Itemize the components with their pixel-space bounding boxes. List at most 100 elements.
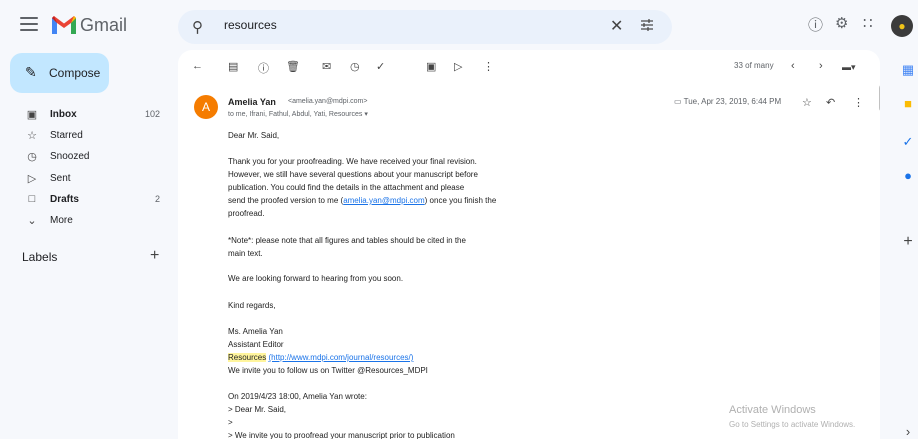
paragraph-line: However, we still have several questions… bbox=[228, 170, 478, 179]
tasks-icon[interactable]: ✓ bbox=[900, 134, 916, 150]
newer-chevron-icon[interactable]: ‹ bbox=[791, 60, 795, 72]
chevron-down-icon: ⌄ bbox=[27, 215, 37, 227]
greeting: Dear Mr. Said, bbox=[228, 131, 280, 140]
apps-grid-icon[interactable]: ∷ bbox=[863, 14, 873, 32]
sidebar-item-label: Snoozed bbox=[50, 151, 90, 162]
quote-line: > bbox=[228, 418, 233, 427]
main-menu-icon[interactable] bbox=[20, 17, 38, 31]
add-addon-icon[interactable]: + bbox=[900, 234, 916, 250]
sidebar-item-label: Drafts bbox=[50, 194, 79, 205]
compose-button[interactable]: ✎ Compose bbox=[10, 53, 109, 93]
attachment-icon: ▭ bbox=[674, 97, 682, 106]
archive-icon[interactable]: ▤ bbox=[228, 60, 238, 73]
recipients-details[interactable]: to me, Ifrani, Fathul, Abdul, Yati, Reso… bbox=[228, 110, 368, 118]
report-spam-icon[interactable]: ⓘ bbox=[258, 60, 269, 76]
paragraph-line: send the proofed version to me (amelia.y… bbox=[228, 194, 558, 207]
paragraph-line: publication. You could find the details … bbox=[228, 183, 465, 192]
input-tools-keyboard-icon[interactable]: ▬▾ bbox=[842, 62, 856, 73]
search-input[interactable] bbox=[224, 18, 604, 32]
draft-icon: □ bbox=[28, 193, 36, 205]
search-options-icon[interactable] bbox=[640, 18, 654, 32]
unread-count: 102 bbox=[144, 109, 160, 119]
sidebar-item-label: More bbox=[50, 215, 73, 226]
closing: Kind regards, bbox=[228, 301, 276, 310]
calendar-icon[interactable]: ▦ bbox=[900, 62, 916, 78]
message-more-icon[interactable]: ⋮ bbox=[853, 96, 864, 109]
account-avatar[interactable]: ● bbox=[891, 15, 913, 37]
gmail-wordmark: Gmail bbox=[80, 15, 128, 35]
sidebar-item-sent[interactable]: ▷ Sent bbox=[0, 168, 170, 190]
contacts-icon[interactable]: ● bbox=[900, 168, 916, 184]
paragraph-line: main text. bbox=[228, 249, 263, 258]
draft-count: 2 bbox=[154, 194, 160, 204]
paragraph-line: proofread. bbox=[228, 209, 265, 218]
paragraph-line: *Note*: please note that all figures and… bbox=[228, 236, 466, 245]
signature-journal-line: Resources (http://www.mdpi.com/journal/r… bbox=[228, 351, 558, 364]
journal-name: Resources bbox=[228, 353, 267, 362]
clock-icon: ◷ bbox=[27, 151, 37, 163]
sidebar-item-drafts[interactable]: □ Drafts 2 bbox=[0, 189, 170, 211]
keep-icon[interactable]: ■ bbox=[900, 96, 916, 112]
text-fragment: send the proofed version to me ( bbox=[228, 196, 344, 205]
quote-header: On 2019/4/23 18:00, Amelia Yan wrote: bbox=[228, 392, 367, 401]
quoted-text: On 2019/4/23 18:00, Amelia Yan wrote: > … bbox=[228, 390, 558, 439]
label-icon[interactable]: ▷ bbox=[454, 60, 462, 73]
activate-windows-title: Activate Windows bbox=[729, 404, 816, 416]
top-bar: Gmail ⚲ ✕ ⓘ ⚙ ∷ ● bbox=[0, 0, 918, 56]
sender-avatar: A bbox=[194, 95, 218, 119]
help-icon[interactable]: ⓘ bbox=[808, 14, 823, 35]
quote-line: > Dear Mr. Said, bbox=[228, 405, 287, 414]
caret-down-icon: ▾ bbox=[364, 111, 368, 118]
sender-email: <amelia.yan@mdpi.com> bbox=[288, 98, 368, 105]
star-icon: ☆ bbox=[27, 130, 37, 142]
back-arrow-icon[interactable]: ← bbox=[192, 60, 203, 72]
recipients-list: to me, Ifrani, Fathul, Abdul, Yati, Reso… bbox=[228, 111, 363, 118]
delete-icon[interactable]: 🗑 bbox=[286, 60, 300, 73]
sidebar-item-more[interactable]: ⌄ More bbox=[0, 210, 170, 232]
journal-link[interactable]: (http://www.mdpi.com/journal/resources/) bbox=[268, 353, 413, 362]
message-toolbar: ← ▤ ⓘ 🗑 ✉ ◷ ✓ ▣ ▷ ⋮ 33 of many ‹ › ▬▾ bbox=[178, 50, 880, 84]
search-icon[interactable]: ⚲ bbox=[192, 18, 203, 36]
more-options-icon[interactable]: ⋮ bbox=[483, 60, 494, 73]
reply-icon[interactable]: ↶ bbox=[826, 96, 835, 109]
sidebar-item-label: Starred bbox=[50, 130, 83, 141]
email-link[interactable]: amelia.yan@mdpi.com bbox=[343, 196, 424, 205]
clear-search-icon[interactable]: ✕ bbox=[610, 16, 623, 36]
compose-label: Compose bbox=[49, 66, 101, 80]
pagination-count: 33 of many bbox=[734, 61, 774, 70]
message-date: ▭ Tue, Apr 23, 2019, 6:44 PM bbox=[674, 97, 781, 106]
settings-gear-icon[interactable]: ⚙ bbox=[835, 14, 848, 32]
add-to-tasks-icon[interactable]: ✓ bbox=[376, 60, 385, 73]
sidebar-item-label: Sent bbox=[50, 173, 71, 184]
snooze-icon[interactable]: ◷ bbox=[350, 60, 360, 73]
message-panel: ← ▤ ⓘ 🗑 ✉ ◷ ✓ ▣ ▷ ⋮ 33 of many ‹ › ▬▾ A … bbox=[178, 50, 880, 439]
add-label-icon[interactable]: + bbox=[150, 247, 159, 265]
text-fragment: ) once you finish the bbox=[424, 196, 497, 205]
quote-line: > We invite you to proofread your manusc… bbox=[228, 431, 455, 439]
signature-twitter: We invite you to follow us on Twitter @R… bbox=[228, 366, 428, 375]
sidebar-item-starred[interactable]: ☆ Starred bbox=[0, 125, 170, 147]
older-chevron-icon[interactable]: › bbox=[819, 60, 823, 72]
date-text: Tue, Apr 23, 2019, 6:44 PM bbox=[683, 97, 782, 106]
signature-name: Ms. Amelia Yan bbox=[228, 327, 283, 336]
mark-unread-icon[interactable]: ✉ bbox=[322, 60, 331, 73]
sidebar-item-label: Inbox bbox=[50, 109, 77, 120]
paragraph-3: We are looking forward to hearing from y… bbox=[228, 274, 404, 283]
move-to-icon[interactable]: ▣ bbox=[426, 60, 436, 73]
sender-name: Amelia Yan bbox=[228, 97, 276, 107]
inbox-icon: ▣ bbox=[26, 109, 38, 121]
sidebar-item-inbox[interactable]: ▣ Inbox 102 bbox=[0, 104, 170, 126]
activate-windows-subtitle: Go to Settings to activate Windows. bbox=[729, 420, 856, 429]
star-message-icon[interactable]: ☆ bbox=[802, 96, 812, 109]
gmail-logo-icon bbox=[52, 16, 76, 34]
search-bar: ⚲ ✕ bbox=[178, 10, 672, 44]
labels-heading: Labels bbox=[22, 250, 58, 264]
sidebar-item-snoozed[interactable]: ◷ Snoozed bbox=[0, 146, 170, 168]
scrollbar-thumb[interactable] bbox=[879, 84, 880, 112]
send-icon: ▷ bbox=[27, 173, 37, 185]
note-paragraph: *Note*: please note that all figures and… bbox=[228, 234, 558, 260]
signature: Ms. Amelia Yan Assistant Editor Resource… bbox=[228, 325, 558, 377]
pencil-icon: ✎ bbox=[25, 64, 37, 80]
paragraph-line: Thank you for your proofreading. We have… bbox=[228, 157, 477, 166]
show-side-panel-icon[interactable]: › bbox=[900, 424, 916, 439]
